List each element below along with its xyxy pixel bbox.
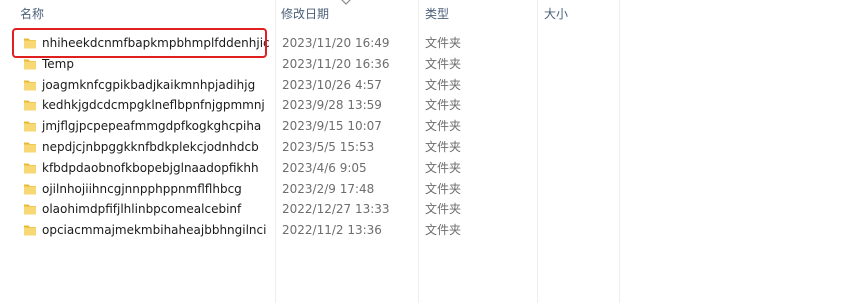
folder-icon xyxy=(24,204,36,215)
column-divider[interactable] xyxy=(537,0,538,303)
column-header-name-label: 名称 xyxy=(20,7,45,21)
item-date: 2023/10/26 4:57 xyxy=(282,77,382,92)
item-name: olaohimdpfifjlhlinbpcomealcebinf xyxy=(42,202,242,217)
list-item[interactable]: nhiheekdcnmfbapkmpbhmplfddenhjic 2023/11… xyxy=(0,33,470,54)
column-header-type[interactable]: 类型 xyxy=(419,0,536,28)
chevron-down-icon xyxy=(341,0,351,5)
item-type: 文件夹 xyxy=(425,160,462,175)
folder-icon xyxy=(24,38,36,49)
item-type: 文件夹 xyxy=(425,98,462,113)
list-item[interactable]: ojilnhojiihncgjnnpphppnmflflhbcg 2023/2/… xyxy=(0,179,470,200)
item-date: 2023/9/15 10:07 xyxy=(282,119,382,134)
folder-icon xyxy=(24,163,36,174)
item-name: kedhkjgdcdcmpgklneflbpnfnjgpmmnj xyxy=(42,98,265,113)
item-type: 文件夹 xyxy=(425,77,462,92)
file-list: nhiheekdcnmfbapkmpbhmplfddenhjic 2023/11… xyxy=(0,33,470,241)
list-item[interactable]: nepdjcjnbpggkknfbdkplekcjodnhdcb 2023/5/… xyxy=(0,137,470,158)
list-item[interactable]: jmjflgjpcpepeafmmgdpfkogkghcpiha 2023/9/… xyxy=(0,116,470,137)
column-header-size-label: 大小 xyxy=(544,7,569,21)
folder-icon xyxy=(24,142,36,153)
item-type: 文件夹 xyxy=(425,56,462,71)
column-header-name[interactable]: 名称 xyxy=(14,0,274,28)
item-name: nepdjcjnbpggkknfbdkplekcjodnhdcb xyxy=(42,139,259,154)
column-header-date-label: 修改日期 xyxy=(281,7,330,21)
item-date: 2023/9/28 13:59 xyxy=(282,98,382,113)
item-type: 文件夹 xyxy=(425,223,462,238)
item-name: Temp xyxy=(42,56,74,71)
folder-icon xyxy=(24,184,36,195)
item-name: joagmknfcgpikbadjkaikmnhpjadihjg xyxy=(42,77,256,92)
item-name: ojilnhojiihncgjnnpphppnmflflhbcg xyxy=(42,181,242,196)
item-type: 文件夹 xyxy=(425,36,462,50)
item-date: 2023/11/20 16:36 xyxy=(282,56,390,71)
list-item[interactable]: olaohimdpfifjlhlinbpcomealcebinf 2022/12… xyxy=(0,199,470,220)
folder-icon xyxy=(24,80,36,91)
item-type: 文件夹 xyxy=(425,181,462,196)
list-item[interactable]: kfbdpdaobnofkbopebjglnaadopfikhh 2023/4/… xyxy=(0,158,470,179)
folder-icon xyxy=(24,59,36,70)
item-date: 2022/11/2 13:36 xyxy=(282,223,382,238)
item-date: 2023/11/20 16:49 xyxy=(282,36,390,50)
item-type: 文件夹 xyxy=(425,139,462,154)
item-name: opciacmmajmekmbihaheajbbhngilnci xyxy=(42,223,267,238)
item-date: 2023/2/9 17:48 xyxy=(282,181,375,196)
item-type: 文件夹 xyxy=(425,119,462,134)
column-divider[interactable] xyxy=(619,0,620,303)
item-name: nhiheekdcnmfbapkmpbhmplfddenhjic xyxy=(42,36,270,50)
folder-icon xyxy=(24,121,36,132)
item-name: jmjflgjpcpepeafmmgdpfkogkghcpiha xyxy=(42,119,262,134)
column-header-size[interactable]: 大小 xyxy=(538,0,620,28)
list-item[interactable]: kedhkjgdcdcmpgklneflbpnfnjgpmmnj 2023/9/… xyxy=(0,95,470,116)
list-item[interactable]: joagmknfcgpikbadjkaikmnhpjadihjg 2023/10… xyxy=(0,75,470,96)
list-item[interactable]: Temp 2023/11/20 16:36 文件夹 xyxy=(0,54,470,75)
file-explorer: 名称 修改日期 类型 大小 nhiheekdcnmfbapkmpbhmplfdd… xyxy=(0,0,865,303)
item-date: 2022/12/27 13:33 xyxy=(282,202,390,217)
list-item[interactable]: opciacmmajmekmbihaheajbbhngilnci 2022/11… xyxy=(0,220,470,241)
column-header-type-label: 类型 xyxy=(425,7,450,21)
folder-icon xyxy=(24,100,36,111)
item-date: 2023/4/6 9:05 xyxy=(282,160,367,175)
item-name: kfbdpdaobnofkbopebjglnaadopfikhh xyxy=(42,160,259,175)
item-date: 2023/5/5 15:53 xyxy=(282,139,375,154)
folder-icon xyxy=(24,225,36,236)
item-type: 文件夹 xyxy=(425,202,462,217)
